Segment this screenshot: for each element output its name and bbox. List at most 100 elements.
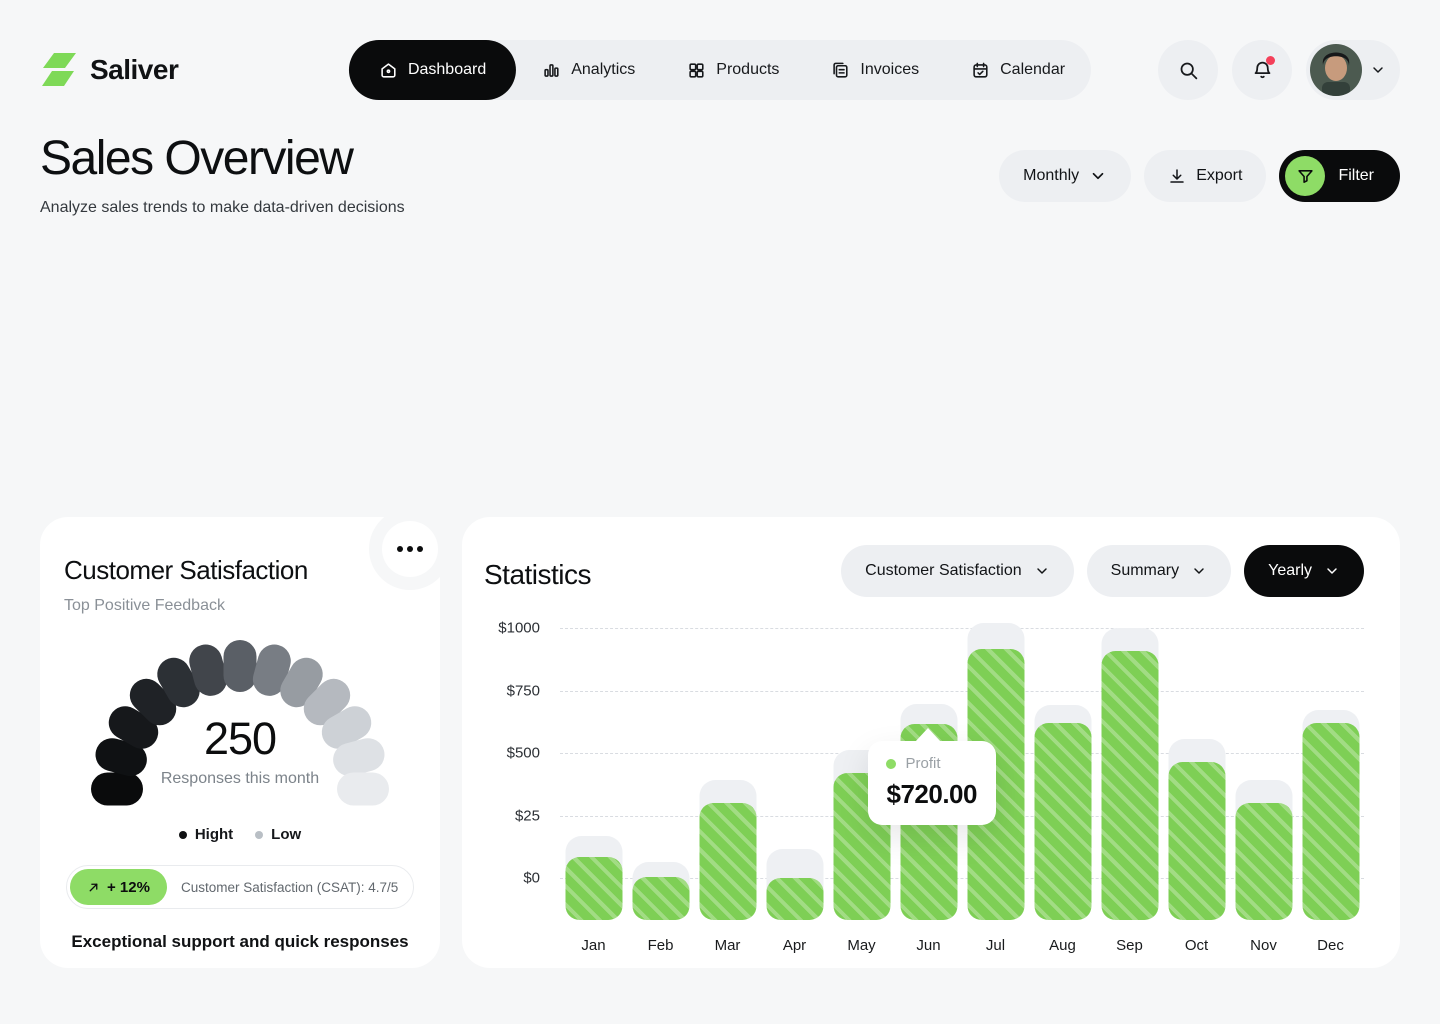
- export-button-label: Export: [1196, 167, 1242, 185]
- legend-label: Low: [271, 826, 301, 843]
- export-button[interactable]: Export: [1144, 150, 1266, 202]
- mode-dropdown-label: Summary: [1111, 562, 1179, 580]
- chart-tooltip: Profit $720.00: [868, 741, 996, 825]
- y-axis-tick: $750: [507, 682, 540, 699]
- x-axis-label: Nov: [1230, 937, 1297, 954]
- header-actions: Monthly Export Filter: [999, 150, 1400, 202]
- bar-slot-dec: Dec: [1297, 625, 1364, 920]
- satisfaction-gauge: 250 Responses this month: [81, 627, 399, 814]
- profit-bar-nov[interactable]: [1235, 803, 1292, 920]
- change-badge-value: + 12%: [107, 879, 150, 896]
- range-dropdown-label: Yearly: [1268, 562, 1312, 580]
- x-axis-label: Apr: [761, 937, 828, 954]
- card-more-button[interactable]: [382, 521, 438, 577]
- metric-dropdown-label: Customer Satisfaction: [865, 562, 1022, 580]
- bar-slot-aug: Aug: [1029, 625, 1096, 920]
- bar-slot-sep: Sep: [1096, 625, 1163, 920]
- funnel-icon: [1297, 168, 1314, 185]
- chevron-down-icon: [1191, 563, 1207, 579]
- range-dropdown[interactable]: Yearly: [1244, 545, 1364, 597]
- x-axis-label: May: [828, 937, 895, 954]
- search-button[interactable]: [1158, 40, 1218, 100]
- satisfaction-card-subtitle: Top Positive Feedback: [64, 597, 416, 615]
- invoices-doc-icon: [831, 61, 850, 80]
- x-axis-label: Sep: [1096, 937, 1163, 954]
- y-axis-tick: $0: [523, 870, 540, 887]
- top-bar: Saliver Dashboard Analytics Products Invoic…: [40, 40, 1400, 100]
- profit-bar-aug[interactable]: [1034, 723, 1091, 920]
- legend-dot: [179, 831, 187, 839]
- arrow-up-right-icon: [87, 881, 100, 894]
- analytics-bars-icon: [542, 61, 561, 80]
- y-axis-tick: $25: [515, 807, 540, 824]
- home-icon: [379, 61, 398, 80]
- chart-y-axis: $1000$750$500$25$0: [484, 625, 540, 920]
- nav-item-label: Calendar: [1000, 61, 1065, 79]
- brand[interactable]: Saliver: [40, 40, 178, 100]
- chevron-down-icon: [1089, 167, 1107, 185]
- profit-bar-dec[interactable]: [1302, 723, 1359, 920]
- gauge-caption: Responses this month: [81, 770, 399, 788]
- legend-label: Hight: [195, 826, 233, 843]
- cards-row: Customer Satisfaction Top Positive Feedb…: [40, 517, 1400, 968]
- csat-label: Customer Satisfaction (CSAT): 4.7/5: [181, 880, 398, 895]
- calendar-icon: [971, 61, 990, 80]
- nav-item-dashboard[interactable]: Dashboard: [349, 40, 516, 100]
- profit-bar-feb[interactable]: [632, 877, 689, 920]
- x-axis-label: Jul: [962, 937, 1029, 954]
- saliver-logo-icon: [40, 52, 80, 88]
- notifications-button[interactable]: [1232, 40, 1292, 100]
- profit-bar-mar[interactable]: [699, 803, 756, 920]
- filter-button[interactable]: Filter: [1279, 150, 1400, 202]
- ellipsis-icon: [397, 546, 403, 552]
- download-icon: [1168, 167, 1186, 185]
- y-axis-tick: $500: [507, 745, 540, 762]
- avatar: [1310, 44, 1362, 96]
- mode-dropdown[interactable]: Summary: [1087, 545, 1231, 597]
- nav-item-label: Products: [716, 61, 779, 79]
- sales-dashboard-page: Saliver Dashboard Analytics Products Invoic…: [0, 0, 1440, 1024]
- nav-item-invoices[interactable]: Invoices: [805, 40, 945, 100]
- chevron-down-icon: [1370, 62, 1386, 78]
- nav-item-label: Invoices: [860, 61, 919, 79]
- profit-bar-apr[interactable]: [766, 878, 823, 920]
- period-dropdown[interactable]: Monthly: [999, 150, 1131, 202]
- statistics-filters: Customer Satisfaction Summary Yearly: [841, 545, 1364, 597]
- x-axis-label: Oct: [1163, 937, 1230, 954]
- nav-item-label: Analytics: [571, 61, 635, 79]
- legend-dot: [255, 831, 263, 839]
- notification-badge: [1266, 56, 1275, 65]
- csat-summary-row: + 12% Customer Satisfaction (CSAT): 4.7/…: [66, 865, 414, 909]
- bar-slot-apr: Apr: [761, 625, 828, 920]
- bar-slot-nov: Nov: [1230, 625, 1297, 920]
- search-icon: [1178, 60, 1199, 81]
- profit-bar-jan[interactable]: [565, 857, 622, 920]
- nav-item-products[interactable]: Products: [661, 40, 805, 100]
- filter-button-label: Filter: [1338, 167, 1374, 185]
- tooltip-series-label: Profit: [905, 755, 940, 772]
- legend-item-hight: Hight: [179, 826, 233, 843]
- user-menu[interactable]: [1306, 40, 1400, 100]
- period-dropdown-label: Monthly: [1023, 167, 1079, 185]
- tooltip-value: $720.00: [886, 779, 978, 810]
- nav-item-calendar[interactable]: Calendar: [945, 40, 1091, 100]
- tooltip-series-dot: [886, 759, 896, 769]
- metric-dropdown[interactable]: Customer Satisfaction: [841, 545, 1074, 597]
- profit-bar-sep[interactable]: [1101, 651, 1158, 920]
- customer-satisfaction-card: Customer Satisfaction Top Positive Feedb…: [40, 517, 440, 968]
- gauge-segment: [224, 640, 257, 692]
- x-axis-label: Feb: [627, 937, 694, 954]
- bar-slot-mar: Mar: [694, 625, 761, 920]
- statistics-card: Statistics Customer Satisfaction Summary…: [462, 517, 1400, 968]
- avatar-image: [1310, 44, 1362, 96]
- topbar-actions: [1158, 40, 1400, 100]
- page-header: Sales Overview Analyze sales trends to m…: [40, 131, 1400, 217]
- statistics-title: Statistics: [484, 559, 591, 591]
- gauge-center: 250 Responses this month: [81, 713, 399, 788]
- change-badge: + 12%: [70, 869, 167, 905]
- gauge-value: 250: [81, 713, 399, 765]
- profit-bar-oct[interactable]: [1168, 762, 1225, 920]
- bar-slot-oct: Oct: [1163, 625, 1230, 920]
- satisfaction-footnote: Exceptional support and quick responses: [64, 932, 416, 952]
- nav-item-analytics[interactable]: Analytics: [516, 40, 661, 100]
